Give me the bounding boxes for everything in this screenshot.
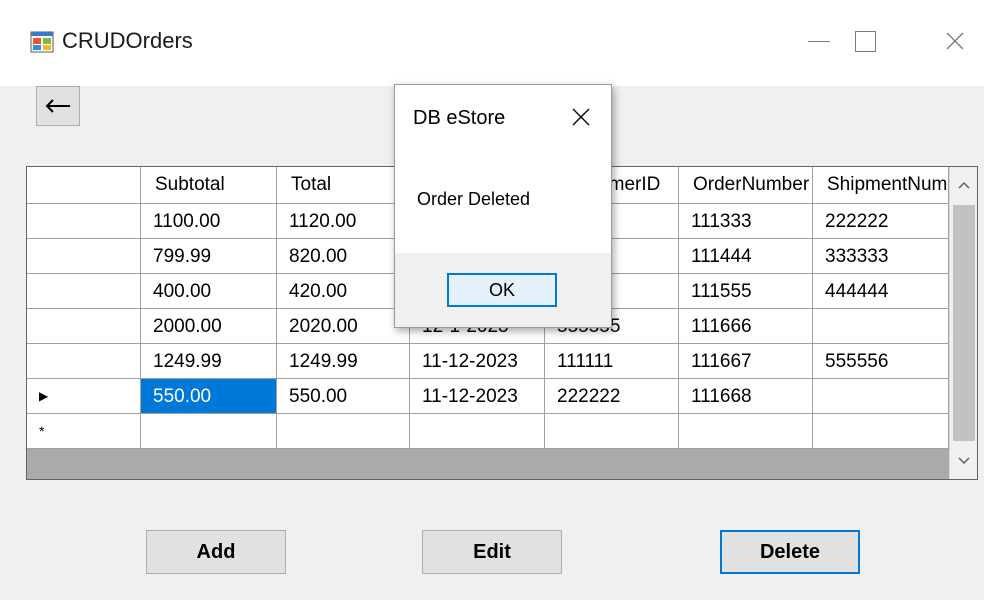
close-button[interactable] xyxy=(932,18,978,64)
table-cell[interactable]: 11-12-2023 xyxy=(410,379,545,414)
dialog-footer: OK xyxy=(395,253,611,327)
row-header[interactable]: ▶ xyxy=(27,379,141,414)
message-box-dialog: DB eStore Order Deleted OK xyxy=(394,84,612,328)
table-cell[interactable]: 799.99 xyxy=(141,239,277,274)
column-header[interactable]: Total xyxy=(277,167,410,204)
scroll-up-icon[interactable] xyxy=(950,167,977,203)
table-cell[interactable]: 820.00 xyxy=(277,239,410,274)
row-header[interactable] xyxy=(27,274,141,309)
table-cell[interactable]: 1120.00 xyxy=(277,204,410,239)
table-cell[interactable] xyxy=(277,414,410,449)
row-header-corner xyxy=(27,167,141,204)
maximize-icon xyxy=(854,30,876,52)
table-cell[interactable]: 400.00 xyxy=(141,274,277,309)
add-button[interactable]: Add xyxy=(146,530,286,574)
table-cell[interactable]: 555556 xyxy=(813,344,949,379)
title-bar: CRUDOrders xyxy=(0,0,984,86)
delete-button[interactable]: Delete xyxy=(720,530,860,574)
table-cell[interactable]: 111111 xyxy=(545,344,679,379)
table-cell[interactable]: 111555 xyxy=(679,274,813,309)
row-header[interactable]: * xyxy=(27,414,141,449)
table-cell[interactable]: 1249.99 xyxy=(277,344,410,379)
table-cell[interactable] xyxy=(141,414,277,449)
row-header[interactable] xyxy=(27,344,141,379)
table-cell[interactable]: 550.00 xyxy=(277,379,410,414)
dialog-close-button[interactable] xyxy=(565,101,597,133)
window-title: CRUDOrders xyxy=(62,28,193,53)
table-cell[interactable]: 111666 xyxy=(679,309,813,344)
table-cell[interactable]: 222222 xyxy=(813,204,949,239)
table-cell[interactable]: 2000.00 xyxy=(141,309,277,344)
row-header[interactable] xyxy=(27,204,141,239)
table-cell[interactable] xyxy=(545,414,679,449)
table-cell[interactable]: 111668 xyxy=(679,379,813,414)
close-icon xyxy=(946,32,964,50)
table-cell[interactable]: 333333 xyxy=(813,239,949,274)
maximize-button[interactable] xyxy=(842,18,888,64)
table-cell[interactable]: 420.00 xyxy=(277,274,410,309)
table-cell[interactable]: 222222 xyxy=(545,379,679,414)
column-header[interactable]: Subtotal xyxy=(141,167,277,204)
table-cell[interactable] xyxy=(813,309,949,344)
dialog-title: DB eStore xyxy=(413,107,506,129)
column-header[interactable]: OrderNumber xyxy=(679,167,813,204)
table-cell[interactable] xyxy=(813,379,949,414)
table-cell[interactable] xyxy=(679,414,813,449)
dialog-message: Order Deleted xyxy=(417,189,531,209)
table-cell[interactable]: 11-12-2023 xyxy=(410,344,545,379)
table-cell[interactable]: 1249.99 xyxy=(141,344,277,379)
table-cell[interactable]: 111333 xyxy=(679,204,813,239)
table-cell[interactable] xyxy=(813,414,949,449)
row-header[interactable] xyxy=(27,239,141,274)
windows-forms-app-icon xyxy=(30,30,54,54)
edit-button[interactable]: Edit xyxy=(422,530,562,574)
arrow-left-icon xyxy=(45,99,70,113)
table-cell[interactable]: 111444 xyxy=(679,239,813,274)
horizontal-scrollbar[interactable] xyxy=(27,449,949,463)
close-icon xyxy=(572,108,590,126)
table-cell[interactable]: 550.00 xyxy=(141,379,277,414)
table-cell[interactable]: 1100.00 xyxy=(141,204,277,239)
ok-button[interactable]: OK xyxy=(447,273,557,307)
back-button[interactable] xyxy=(36,86,80,126)
table-cell[interactable]: 2020.00 xyxy=(277,309,410,344)
table-cell[interactable] xyxy=(410,414,545,449)
table-cell[interactable]: 111667 xyxy=(679,344,813,379)
minimize-button[interactable] xyxy=(796,18,842,64)
row-header[interactable] xyxy=(27,309,141,344)
minimize-icon xyxy=(808,40,830,42)
vertical-scrollbar[interactable] xyxy=(949,167,977,479)
scrollbar-thumb[interactable] xyxy=(953,205,975,441)
table-cell[interactable]: 444444 xyxy=(813,274,949,309)
column-header[interactable]: ShipmentNum xyxy=(813,167,949,204)
scroll-down-icon[interactable] xyxy=(950,443,977,479)
